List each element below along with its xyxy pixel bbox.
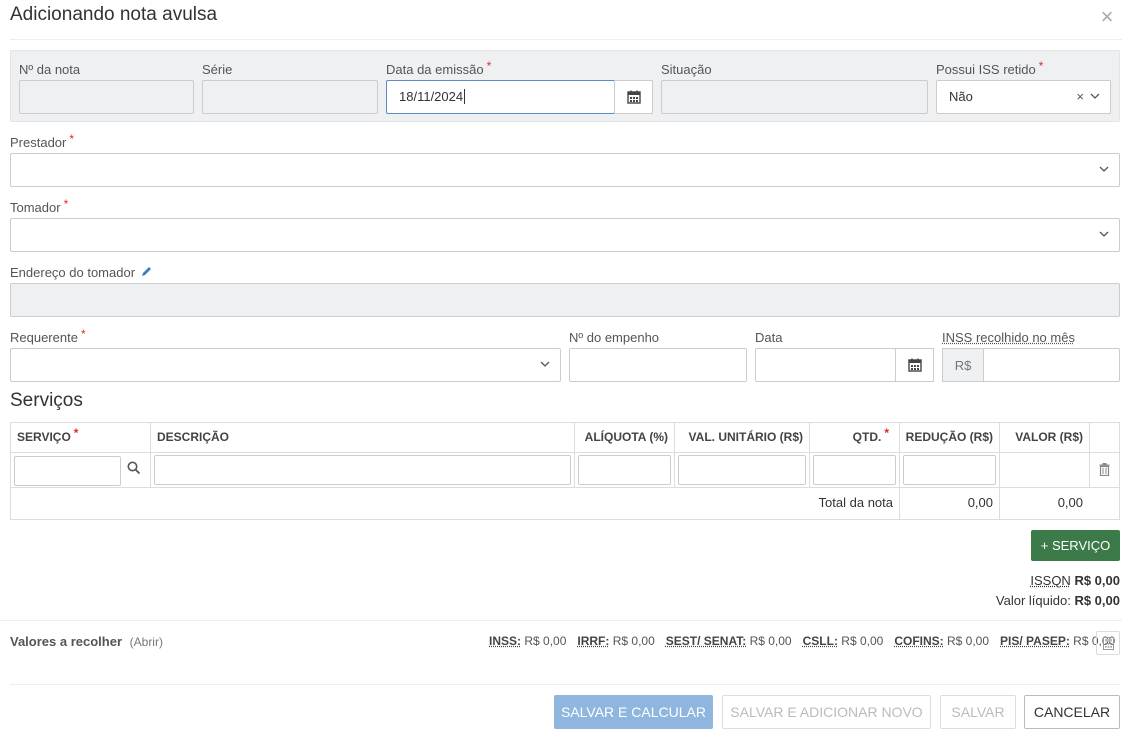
iss-label: Possui ISS retido *	[936, 59, 1044, 77]
pencil-icon[interactable]	[141, 266, 152, 277]
col-aliquota: ALÍQUOTA (%)	[584, 430, 668, 444]
col-reducao: REDUÇÃO (R$)	[905, 430, 993, 444]
numero-label: Nº da nota	[19, 62, 81, 77]
chevron-down-icon	[1099, 166, 1109, 172]
issqn-summary: ISSQN R$ 0,00	[1030, 573, 1120, 588]
tax-irrf: IRRF: R$ 0,00	[577, 634, 655, 648]
numero-field	[19, 80, 194, 114]
cancelar-button[interactable]: CANCELAR	[1024, 695, 1120, 729]
situacao-label: Situação	[661, 62, 712, 77]
data-emissao-input[interactable]: 18/11/2024	[386, 80, 615, 114]
salvar-adicionar-button[interactable]: SALVAR E ADICIONAR NOVO	[722, 695, 931, 729]
salvar-calcular-button[interactable]: SALVAR E CALCULAR	[554, 695, 713, 729]
calendar-icon[interactable]	[895, 348, 934, 382]
endereco-field	[10, 283, 1120, 317]
empenho-input[interactable]	[569, 348, 747, 382]
chevron-down-icon	[1099, 231, 1109, 237]
tax-cofins: COFINS: R$ 0,00	[894, 634, 990, 648]
data-input[interactable]	[755, 348, 896, 382]
qtd-input[interactable]	[813, 455, 896, 485]
chevron-down-icon	[1090, 93, 1100, 99]
abrir-link[interactable]: (Abrir)	[130, 635, 163, 649]
requerente-select[interactable]	[10, 348, 561, 382]
iss-select[interactable]: Não ×	[936, 80, 1111, 114]
col-valor: VALOR (R$)	[1015, 430, 1083, 444]
endereco-label: Endereço do tomador	[10, 265, 152, 280]
tomador-select[interactable]	[10, 218, 1120, 252]
search-icon[interactable]	[127, 461, 141, 478]
chevron-down-icon	[540, 361, 550, 367]
add-servico-button[interactable]: + SERVIÇO	[1031, 530, 1120, 561]
serie-label: Série	[202, 62, 233, 77]
close-icon[interactable]: ×	[1096, 4, 1118, 30]
total-reducao: 0,00	[967, 495, 993, 510]
aliquota-input[interactable]	[578, 455, 671, 485]
inss-mes-input[interactable]	[983, 348, 1120, 382]
taxes-row: INSS: R$ 0,00 IRRF: R$ 0,00 SEST/ SENAT:…	[489, 634, 1115, 648]
calculator-icon[interactable]	[1096, 631, 1120, 655]
col-val-unitario: VAL. UNITÁRIO (R$)	[688, 430, 803, 444]
liquido-summary: Valor líquido: R$ 0,00	[995, 593, 1120, 608]
salvar-button[interactable]: SALVAR	[940, 695, 1016, 729]
header-divider	[10, 39, 1122, 40]
reducao-input[interactable]	[903, 455, 996, 485]
col-qtd: QTD. *	[852, 426, 889, 444]
valores-recolher: Valores a recolher (Abrir)	[10, 634, 163, 649]
trash-icon[interactable]	[1099, 463, 1110, 479]
col-servico: SERVIÇO *	[17, 426, 79, 444]
tomador-label: Tomador *	[10, 197, 69, 215]
prestador-label: Prestador *	[10, 132, 75, 150]
servico-input[interactable]	[14, 456, 121, 486]
total-valor: 0,00	[1057, 495, 1083, 510]
requerente-label: Requerente *	[10, 327, 86, 345]
situacao-field	[661, 80, 928, 114]
clear-icon[interactable]: ×	[1076, 81, 1084, 113]
tax-csll: CSLL: R$ 0,00	[802, 634, 884, 648]
inss-mes-label: INSS recolhido no mês	[942, 330, 1075, 345]
modal-title: Adicionando nota avulsa	[10, 4, 218, 25]
val-unitario-input[interactable]	[678, 455, 806, 485]
empenho-label: Nº do empenho	[569, 330, 660, 345]
data-emissao-label: Data da emissão *	[386, 59, 492, 77]
tax-sest-senat: SEST/ SENAT: R$ 0,00	[665, 634, 792, 648]
tax-inss: INSS: R$ 0,00	[489, 634, 567, 648]
currency-prefix: R$	[942, 348, 984, 382]
servicos-title: Serviços	[10, 390, 83, 411]
descricao-input[interactable]	[154, 455, 571, 485]
calendar-icon[interactable]	[614, 80, 653, 114]
col-descricao: DESCRIÇÃO	[157, 430, 230, 444]
total-label: Total da nota	[818, 495, 893, 510]
prestador-select[interactable]	[10, 153, 1120, 187]
serie-field	[202, 80, 378, 114]
data-label: Data	[755, 330, 783, 345]
